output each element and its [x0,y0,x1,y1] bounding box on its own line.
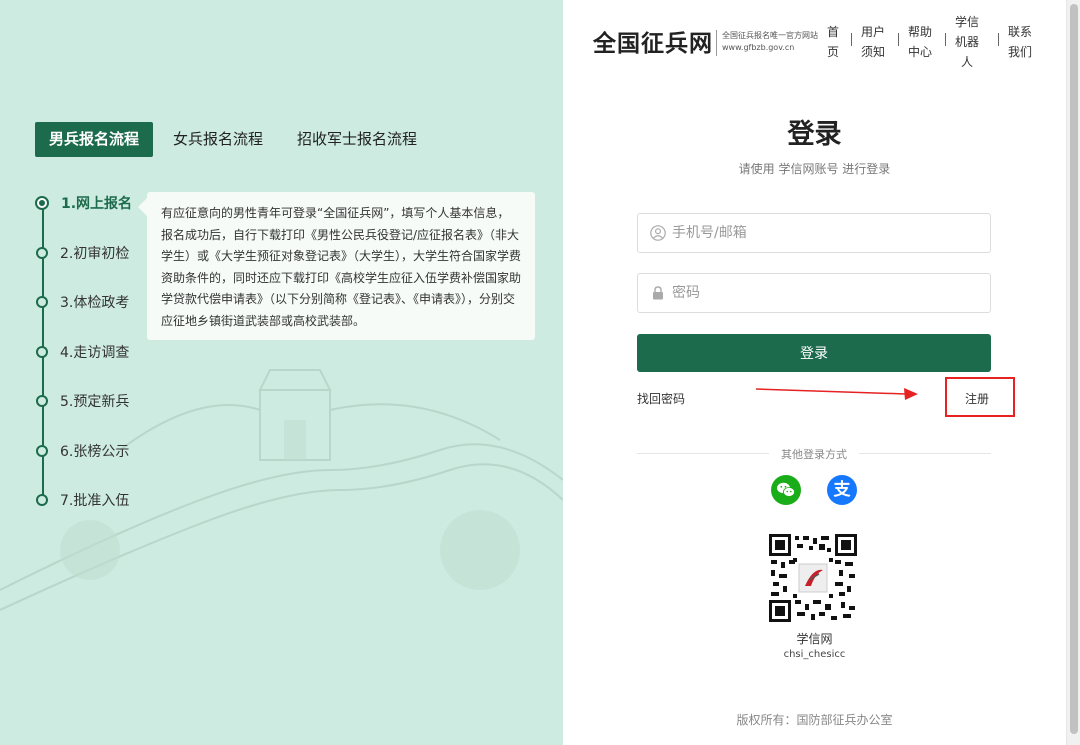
logo-slogan: 全国征兵报名唯一官方网站 [722,31,818,40]
step-dot-icon [36,395,48,407]
step-dot-icon [36,247,48,259]
process-tabs: 男兵报名流程 女兵报名流程 招收军士报名流程 [35,122,441,157]
step-dot-icon [36,346,48,358]
password-field[interactable] [637,273,991,313]
register-link[interactable]: 注册 [965,390,989,407]
tab-male-process[interactable]: 男兵报名流程 [35,122,154,157]
login-panel: 全国征兵网 全国征兵报名唯一官方网站 www.gfbzb.gov.cn 首 页 … [563,0,1066,745]
step-initial-review[interactable]: 2.初审初检 [36,243,129,263]
nav-text: 用户 [861,25,886,39]
qr-account-id: chsi_chesicc [783,649,846,660]
step-dot-icon [36,445,48,457]
nav-text: 中心 [908,45,933,59]
password-input[interactable] [672,285,972,301]
step-label: 5.预定新兵 [60,394,130,410]
other-login-label: 其他登录方式 [781,448,847,461]
login-title: 登录 [787,119,842,150]
scrollbar-thumb[interactable] [1070,4,1078,734]
qr-code-icon [769,534,857,622]
alipay-login-button[interactable]: 支 [827,475,857,505]
step-label: 6.张榜公示 [60,444,130,460]
wechat-icon [777,482,795,497]
step-public-notice[interactable]: 6.张榜公示 [36,441,129,461]
nav-text: 我们 [1008,45,1033,59]
page-scrollbar[interactable] [1066,0,1080,745]
step-preselect-recruits[interactable]: 5.预定新兵 [36,391,129,411]
logo-subtitle: 全国征兵报名唯一官方网站 www.gfbzb.gov.cn [722,30,818,54]
nav-text: 联系 [1008,25,1033,39]
great-wall-illustration [0,369,563,611]
nav-text: 学信 [955,15,980,29]
step-label: 1.网上报名 [61,196,133,212]
nav-divider [898,33,899,46]
step-online-registration[interactable]: 1.网上报名 [35,193,133,213]
tab-female-process[interactable]: 女兵报名流程 [163,122,273,157]
logo-divider [716,30,717,56]
step-approve-enlistment[interactable]: 7.批准入伍 [36,490,129,510]
left-panel: 男兵报名流程 女兵报名流程 招收军士报名流程 1.网上报名 2.初审初检 3.体… [0,0,563,745]
nav-contact-us[interactable]: 联系 我们 [1008,22,1032,62]
nav-text: 首 [827,25,840,39]
step-dot-icon [36,494,48,506]
step-visit-investigation[interactable]: 4.走访调查 [36,342,129,362]
step-label: 3.体检政考 [60,295,130,311]
alipay-icon: 支 [833,480,851,500]
tab-nco-process[interactable]: 招收军士报名流程 [287,122,427,157]
step-dot-icon [35,196,49,210]
user-icon [650,225,666,241]
logo-url: www.gfbzb.gov.cn [722,43,795,52]
qr-label: 学信网 [796,632,833,646]
nav-text: 机器 [955,35,980,49]
nav-help-center[interactable]: 帮助 中心 [908,22,932,62]
nav-home[interactable]: 首 页 [827,22,839,62]
login-subtitle: 请使用 学信网账号 进行登录 [738,162,891,176]
forgot-password-link[interactable]: 找回密码 [637,390,685,407]
nav-text: 页 [827,45,840,59]
username-field[interactable] [637,213,991,253]
site-logo[interactable]: 全国征兵网 [593,24,713,58]
nav-xuexin-robot[interactable]: 学信 机器 人 [955,12,979,72]
step-dot-icon [36,296,48,308]
step-physical-exam[interactable]: 3.体检政考 [36,292,129,312]
copyright-footer: 版权所有：国防部征兵办公室 [736,713,893,727]
lock-icon [653,286,663,300]
nav-divider [851,33,852,46]
login-button[interactable]: 登录 [637,334,991,372]
annotation-arrow-icon [756,388,918,400]
nav-divider [945,33,946,46]
step-description-bubble: 有应征意向的男性青年可登录“全国征兵网”，填写个人基本信息，报名成功后，自行下载… [138,192,535,340]
nav-text: 人 [961,55,974,69]
username-input[interactable] [672,225,972,241]
nav-user-notice[interactable]: 用户 须知 [861,22,885,62]
nav-divider [998,33,999,46]
nav-text: 帮助 [908,25,933,39]
step-label: 7.批准入伍 [60,493,130,509]
wechat-login-button[interactable] [771,475,801,505]
step-label: 4.走访调查 [60,345,130,361]
nav-text: 须知 [861,45,886,59]
step-label: 2.初审初检 [60,246,130,262]
